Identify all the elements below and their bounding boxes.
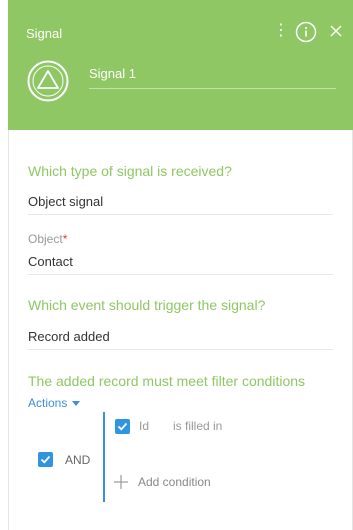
checkmark-icon <box>40 455 51 464</box>
signal-type-field[interactable]: Object signal <box>28 194 103 209</box>
plus-icon <box>114 475 128 489</box>
signal-name-underline <box>89 88 336 89</box>
event-underline <box>28 349 333 350</box>
actions-dropdown[interactable]: Actions <box>28 396 81 410</box>
signal-header: Signal ⋮ Signal 1 <box>8 0 353 130</box>
event-field[interactable]: Record added <box>28 329 110 344</box>
checkmark-icon <box>117 422 128 431</box>
required-mark: * <box>62 232 68 246</box>
triangle-signal-icon <box>27 60 69 102</box>
signal-type-question: Which type of signal is received? <box>28 163 232 179</box>
object-label-text: Object <box>28 232 63 246</box>
filter-title: The added record must meet filter condit… <box>28 373 306 389</box>
vertical-dots-icon[interactable]: ⋮ <box>273 22 289 40</box>
condition-operator[interactable]: is filled in <box>173 419 222 433</box>
filter-group-bar <box>103 412 105 502</box>
close-icon[interactable] <box>329 24 343 38</box>
actions-label: Actions <box>28 396 68 410</box>
object-label: Object* <box>28 232 67 246</box>
panel-title: Signal <box>26 26 63 41</box>
signal-settings-body: Which type of signal is received? Object… <box>8 130 353 530</box>
object-field[interactable]: Contact <box>28 254 73 269</box>
signal-name[interactable]: Signal 1 <box>89 66 136 81</box>
event-question: Which event should trigger the signal? <box>28 297 266 313</box>
group-operator[interactable]: AND <box>65 453 90 467</box>
add-condition-label: Add condition <box>138 475 211 489</box>
object-underline <box>28 274 333 275</box>
group-checkbox[interactable] <box>38 452 53 467</box>
condition-field[interactable]: Id <box>139 419 149 433</box>
info-icon[interactable] <box>295 21 317 43</box>
signal-type-underline <box>28 214 333 215</box>
chevron-down-icon <box>72 401 81 407</box>
condition-checkbox[interactable] <box>115 419 130 434</box>
